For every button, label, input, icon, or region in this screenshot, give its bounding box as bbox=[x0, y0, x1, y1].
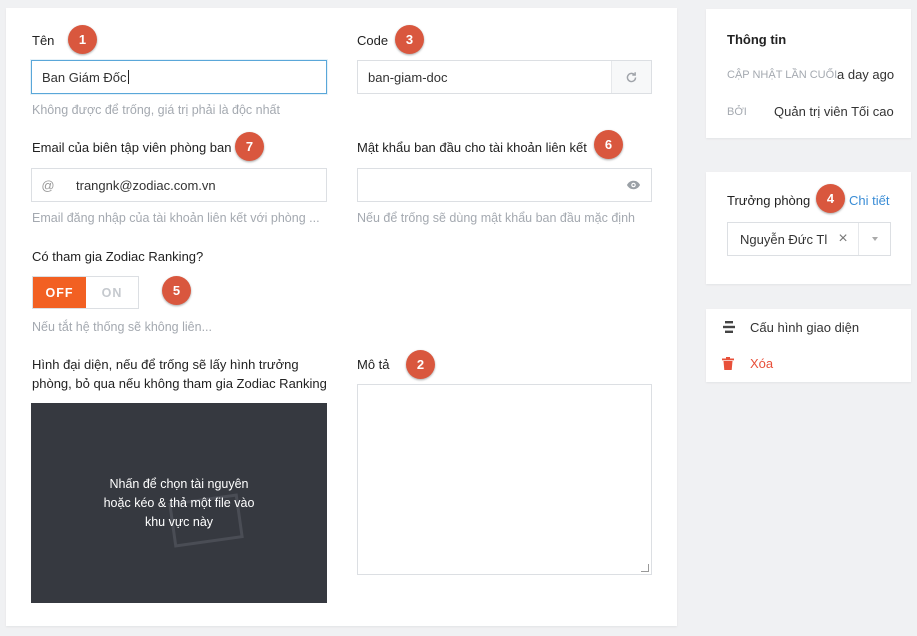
name-hint: Không được để trống, giá trị phải là độc… bbox=[32, 103, 280, 117]
avatar-label-line2: phòng, bỏ qua nếu không tham gia Zodiac … bbox=[32, 376, 327, 391]
trash-icon bbox=[706, 356, 750, 370]
config-ui-label: Cấu hình giao diện bbox=[750, 319, 860, 335]
badge-6: 6 bbox=[594, 130, 623, 159]
clear-icon[interactable]: × bbox=[828, 230, 858, 248]
badge-2: 2 bbox=[406, 350, 435, 379]
config-icon bbox=[706, 321, 750, 333]
badge-4: 4 bbox=[816, 184, 845, 213]
eye-icon[interactable] bbox=[615, 180, 651, 190]
name-label: Tên bbox=[32, 33, 55, 48]
ranking-hint: Nếu tắt hệ thống sẽ không liên... bbox=[32, 320, 212, 334]
head-card: Trưởng phòng 4 Chi tiết Nguyễn Đức Tl × bbox=[706, 172, 911, 284]
avatar-label-line1: Hình đại diện, nếu để trống sẽ lấy hình … bbox=[32, 357, 299, 372]
toggle-off-option[interactable]: OFF bbox=[33, 277, 86, 308]
password-label: Mật khẩu ban đầu cho tài khoản liên kết bbox=[357, 140, 587, 155]
password-input[interactable] bbox=[357, 168, 652, 202]
description-label: Mô tả bbox=[357, 357, 390, 372]
dropzone-text-line2: hoặc kéo & thả một file vào bbox=[103, 495, 255, 510]
password-hint: Nếu để trống sẽ dùng mật khẩu ban đầu mặ… bbox=[357, 211, 635, 225]
info-card: Thông tin CẬP NHẬT LẦN CUỐI a day ago BỞ… bbox=[706, 9, 911, 138]
head-select[interactable]: Nguyễn Đức Tl × bbox=[727, 222, 891, 256]
name-input-value: Ban Giám Đốc bbox=[42, 69, 127, 85]
dropzone-text-line1: Nhấn để chọn tài nguyên bbox=[109, 476, 249, 491]
email-input-value: trangnk@zodiac.com.vn bbox=[76, 177, 216, 193]
updated-value: a day ago bbox=[837, 67, 895, 82]
delete-action[interactable]: Xóa bbox=[706, 345, 911, 381]
head-select-value: Nguyễn Đức Tl bbox=[740, 231, 828, 247]
config-ui-action[interactable]: Cấu hình giao diện bbox=[706, 309, 911, 345]
avatar-dropzone[interactable]: Nhấn để chọn tài nguyên hoặc kéo & thả m… bbox=[31, 403, 327, 603]
info-title: Thông tin bbox=[727, 32, 787, 47]
refresh-icon[interactable] bbox=[611, 61, 651, 93]
code-input-value: ban-giam-doc bbox=[368, 69, 448, 85]
code-label: Code bbox=[357, 33, 389, 48]
by-value: Quản trị viên Tối cao bbox=[774, 104, 894, 119]
badge-1: 1 bbox=[68, 25, 97, 54]
dropzone-text-line3: khu vực này bbox=[144, 514, 214, 529]
badge-5: 5 bbox=[162, 276, 191, 305]
name-input[interactable]: Ban Giám Đốc bbox=[31, 60, 327, 94]
email-hint: Email đăng nhập của tài khoản liên kết v… bbox=[32, 211, 320, 225]
updated-label: CẬP NHẬT LẦN CUỐI bbox=[727, 69, 838, 81]
delete-label: Xóa bbox=[750, 355, 774, 371]
actions-card: Cấu hình giao diện Xóa bbox=[706, 309, 911, 382]
description-textarea[interactable] bbox=[357, 384, 652, 575]
resize-handle-icon[interactable] bbox=[641, 564, 649, 572]
head-label: Trưởng phòng bbox=[727, 193, 811, 208]
badge-7: 7 bbox=[235, 132, 264, 161]
head-detail-link[interactable]: Chi tiết bbox=[849, 193, 889, 208]
ranking-label: Có tham gia Zodiac Ranking? bbox=[32, 249, 204, 264]
by-label: BỞI bbox=[727, 106, 747, 118]
at-icon: @ bbox=[41, 177, 55, 193]
chevron-down-icon[interactable] bbox=[858, 223, 890, 255]
email-input[interactable]: @ trangnk@zodiac.com.vn bbox=[31, 168, 327, 202]
email-label: Email của biên tập viên phòng ban bbox=[32, 140, 232, 155]
ranking-toggle[interactable]: OFF ON bbox=[32, 276, 139, 309]
code-input[interactable]: ban-giam-doc bbox=[357, 60, 652, 94]
toggle-on-option[interactable]: ON bbox=[86, 277, 138, 308]
badge-3: 3 bbox=[395, 25, 424, 54]
